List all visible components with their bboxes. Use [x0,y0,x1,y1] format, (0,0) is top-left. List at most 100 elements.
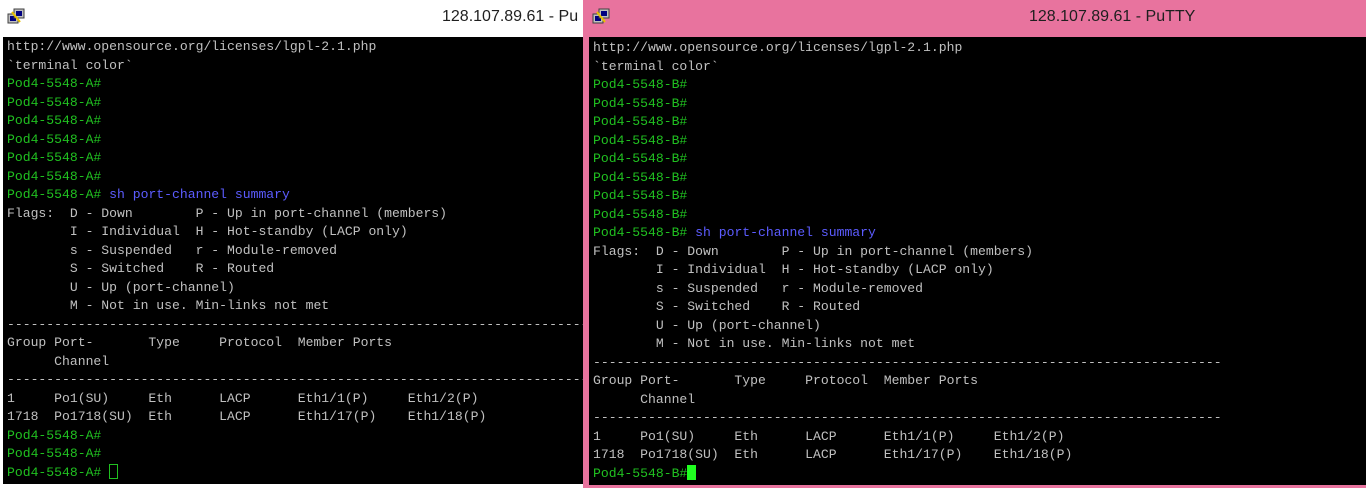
prompt-line: Pod4-5548-B# [589,169,1366,188]
terminal-line: S - Switched R - Routed [589,298,1366,317]
prompt-line: Pod4-5548-A# [3,131,583,150]
prompt-text: Pod4-5548-A# [7,427,102,443]
line-text: 1718 Po1718(SU) Eth LACP Eth1/17(P) Eth1… [593,447,1073,462]
terminal-line: s - Suspended r - Module-removed [3,242,583,261]
prompt-line: Pod4-5548-B# [589,464,1366,484]
prompt-line: Pod4-5548-B# [589,187,1366,206]
prompt-line: Pod4-5548-A# [3,168,583,187]
prompt-line: Pod4-5548-B# sh port-channel summary [589,224,1366,243]
title-bar[interactable]: 128.107.89.61 - PuTTY [583,0,1366,37]
line-text: http://www.opensource.org/licenses/lgpl-… [593,40,963,55]
terminal-line: Group Port- Type Protocol Member Ports [589,372,1366,391]
putty-window-b[interactable]: 128.107.89.61 - PuTTY http://www.opensou… [583,0,1366,488]
prompt-text: Pod4-5548-B# [593,132,688,148]
terminal-line: ----------------------------------------… [3,371,583,390]
terminal-line: 1718 Po1718(SU) Eth LACP Eth1/17(P) Eth1… [589,446,1366,465]
prompt-line: Pod4-5548-A# [3,149,583,168]
prompt-line: Pod4-5548-B# [589,95,1366,114]
line-text: s - Suspended r - Module-removed [7,242,338,258]
terminal-line: M - Not in use. Min-links not met [589,335,1366,354]
prompt-text: Pod4-5548-B# [593,188,688,203]
terminal-line: ----------------------------------------… [589,354,1366,373]
prompt-text: Pod4-5548-A# [7,131,102,147]
prompt-text: Pod4-5548-B# [593,95,688,111]
prompt-text: Pod4-5548-A# [7,150,102,165]
line-text: M - Not in use. Min-links not met [593,336,916,351]
prompt-line: Pod4-5548-A# sh port-channel summary [3,186,583,205]
line-text: ----------------------------------------… [7,372,583,387]
prompt-text: Pod4-5548-A# [7,168,102,184]
terminal-line: 1718 Po1718(SU) Eth LACP Eth1/17(P) Eth1… [3,408,583,427]
line-text: Group Port- Type Protocol Member Ports [593,373,979,388]
line-text: I - Individual H - Hot-standby (LACP onl… [593,262,994,277]
terminal-line: I - Individual H - Hot-standby (LACP onl… [589,261,1366,280]
prompt-line: Pod4-5548-A# [3,445,583,464]
cursor [109,463,119,479]
terminal-line: 1 Po1(SU) Eth LACP Eth1/1(P) Eth1/2(P) [3,390,583,409]
line-text: I - Individual H - Hot-standby (LACP onl… [7,224,408,239]
terminal-output[interactable]: http://www.opensource.org/licenses/lgpl-… [3,37,583,484]
putty-icon[interactable] [592,8,610,26]
terminal-line: s - Suspended r - Module-removed [589,280,1366,299]
line-text: S - Switched R - Routed [7,261,275,276]
line-text: Channel [593,391,696,407]
line-text: M - Not in use. Min-links not met [7,298,330,313]
putty-icon[interactable] [7,8,25,26]
prompt-line: Pod4-5548-A# [3,75,583,94]
terminal-line: U - Up (port-channel) [3,279,583,298]
prompt-text: Pod4-5548-A# [7,464,110,480]
prompt-text: Pod4-5548-A# [7,113,102,128]
command-text: sh port-channel summary [101,187,290,202]
terminal-line: `terminal color` [589,58,1366,77]
line-text: `terminal color` [593,58,719,74]
terminal-line: ----------------------------------------… [589,409,1366,428]
terminal-line: 1 Po1(SU) Eth LACP Eth1/1(P) Eth1/2(P) [589,428,1366,447]
terminal-line: Flags: D - Down P - Up in port-channel (… [589,243,1366,262]
prompt-text: Pod4-5548-A# [7,446,102,461]
line-text: ----------------------------------------… [7,316,583,332]
terminal-output[interactable]: http://www.opensource.org/licenses/lgpl-… [589,37,1366,485]
prompt-line: Pod4-5548-B# [589,206,1366,225]
terminal-line: http://www.opensource.org/licenses/lgpl-… [589,39,1366,58]
terminal-line: `terminal color` [3,57,583,76]
prompt-line: Pod4-5548-B# [589,113,1366,132]
prompt-text: Pod4-5548-B# [593,225,688,240]
prompt-text: Pod4-5548-B# [593,169,688,185]
line-text: ----------------------------------------… [593,354,1222,370]
prompt-line: Pod4-5548-B# [589,76,1366,95]
terminal-line: ----------------------------------------… [3,316,583,335]
prompt-text: Pod4-5548-B# [593,77,688,92]
prompt-line: Pod4-5548-A# [3,112,583,131]
terminal-line: http://www.opensource.org/licenses/lgpl-… [3,38,583,57]
line-text: 1718 Po1718(SU) Eth LACP Eth1/17(P) Eth1… [7,409,487,424]
line-text: Flags: D - Down P - Up in port-channel (… [7,205,448,221]
line-text: 1 Po1(SU) Eth LACP Eth1/1(P) Eth1/2(P) [593,428,1065,444]
prompt-text: Pod4-5548-B# [593,206,688,222]
prompt-line: Pod4-5548-A# [3,427,583,446]
line-text: U - Up (port-channel) [593,317,821,333]
prompt-line: Pod4-5548-A# [3,463,583,483]
window-title: 128.107.89.61 - Pu [442,8,579,25]
putty-window-a[interactable]: 128.107.89.61 - Pu http://www.opensource… [0,0,600,488]
line-text: http://www.opensource.org/licenses/lgpl-… [7,39,377,54]
line-text: U - Up (port-channel) [7,279,235,295]
prompt-text: Pod4-5548-A# [7,94,102,110]
cursor [687,464,697,480]
prompt-text: Pod4-5548-B# [593,465,688,481]
terminal-line: Channel [3,353,583,372]
terminal-line: Group Port- Type Protocol Member Ports [3,334,583,353]
window-title: 128.107.89.61 - PuTTY [1029,8,1196,25]
terminal-line: I - Individual H - Hot-standby (LACP onl… [3,223,583,242]
command-text: sh port-channel summary [687,225,876,240]
line-text: 1 Po1(SU) Eth LACP Eth1/1(P) Eth1/2(P) [7,390,479,406]
title-bar[interactable]: 128.107.89.61 - Pu [0,0,600,37]
line-text: Group Port- Type Protocol Member Ports [7,335,393,350]
terminal-line: U - Up (port-channel) [589,317,1366,336]
terminal-line: Flags: D - Down P - Up in port-channel (… [3,205,583,224]
prompt-line: Pod4-5548-B# [589,150,1366,169]
line-text: Flags: D - Down P - Up in port-channel (… [593,243,1034,259]
terminal-line: S - Switched R - Routed [3,260,583,279]
line-text: ----------------------------------------… [593,410,1222,425]
line-text: Channel [7,353,110,369]
prompt-text: Pod4-5548-B# [593,151,688,166]
